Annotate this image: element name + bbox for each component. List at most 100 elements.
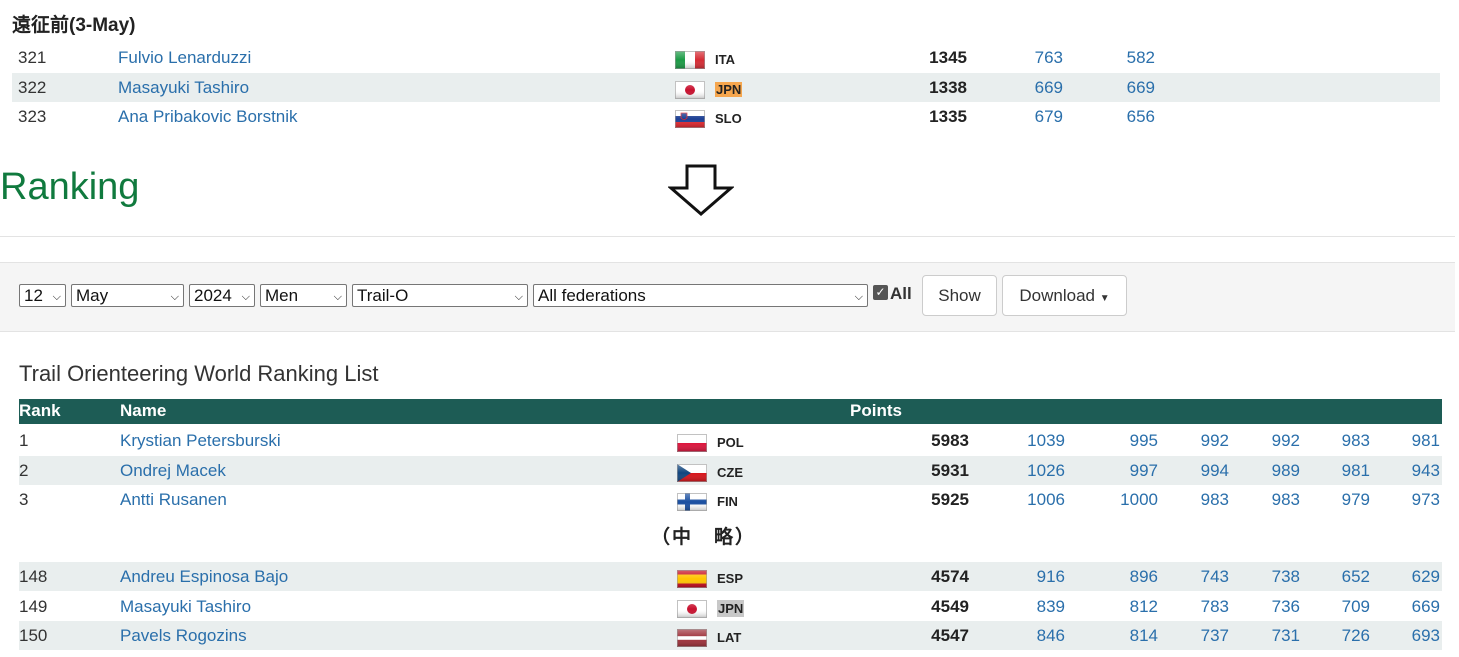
event-score-link[interactable]: 1026 — [1005, 456, 1065, 485]
caret-down-icon: ▼ — [1099, 293, 1110, 304]
country-code: POL — [717, 428, 744, 457]
event-score-link[interactable]: 629 — [1380, 562, 1440, 591]
event-score-link[interactable]: 943 — [1380, 456, 1440, 485]
pol-flag-icon — [677, 432, 707, 452]
event-score-link[interactable]: 1000 — [1098, 485, 1158, 514]
event-score-link[interactable]: 916 — [1005, 562, 1065, 591]
event-score-link[interactable]: 669 — [1380, 592, 1440, 621]
event-score-link[interactable]: 582 — [1095, 43, 1155, 72]
event-score-link[interactable]: 669 — [1095, 73, 1155, 102]
event-score-link[interactable]: 979 — [1310, 485, 1370, 514]
month-select[interactable]: May ⌵ — [71, 284, 184, 307]
athlete-name-link[interactable]: Andreu Espinosa Bajo — [120, 562, 288, 591]
event-score-link[interactable]: 731 — [1240, 621, 1300, 650]
athlete-name-link[interactable]: Antti Rusanen — [120, 485, 227, 514]
down-arrow-icon — [668, 164, 734, 216]
table-row: 148 Andreu Espinosa Bajo ESP 4574 916 896 743 7… — [19, 562, 1442, 591]
ranking-heading: Ranking — [0, 166, 140, 208]
country-code: FIN — [717, 487, 738, 516]
event-score-link[interactable]: 983 — [1169, 485, 1229, 514]
event-score-link[interactable]: 989 — [1240, 456, 1300, 485]
event-score-link[interactable]: 814 — [1098, 621, 1158, 650]
athlete-name-link[interactable]: Fulvio Lenarduzzi — [118, 43, 251, 72]
country-code: ESP — [717, 564, 743, 593]
event-score-link[interactable]: 1006 — [1005, 485, 1065, 514]
country-code: JPN — [715, 75, 743, 104]
event-score-link[interactable]: 983 — [1240, 485, 1300, 514]
event-score-link[interactable]: 737 — [1169, 621, 1229, 650]
chevron-down-icon: ⌵ — [514, 291, 523, 303]
event-score-link[interactable]: 992 — [1169, 426, 1229, 455]
total-points: 1338 — [929, 77, 967, 97]
table-header: Rank Name Points — [19, 399, 1442, 424]
event-score-link[interactable]: 679 — [1003, 102, 1063, 131]
country-code-text: LAT — [717, 630, 742, 645]
event-score-link[interactable]: 812 — [1098, 592, 1158, 621]
table-row: 2 Ondrej Macek CZE 5931 1026 997 994 989 981 943 — [19, 455, 1442, 485]
athlete-name-link[interactable]: Krystian Petersburski — [120, 426, 281, 455]
table-row: 323 Ana Pribakovic Borstnik SLO 1335 679 656 — [12, 102, 1440, 131]
country-code-text: SLO — [715, 111, 742, 126]
country-code-text: POL — [717, 435, 744, 450]
rank-cell: 3 — [19, 490, 29, 509]
total-points: 1345 — [929, 48, 967, 67]
event-score-link[interactable]: 743 — [1169, 562, 1229, 591]
event-score-link[interactable]: 981 — [1380, 426, 1440, 455]
event-score-link[interactable]: 846 — [1005, 621, 1065, 650]
gender-select[interactable]: Men ⌵ — [260, 284, 347, 307]
event-score-link[interactable]: 994 — [1169, 456, 1229, 485]
download-button[interactable]: Download ▼ — [1002, 275, 1127, 316]
event-score-link[interactable]: 709 — [1310, 592, 1370, 621]
ita-flag-icon — [675, 49, 705, 69]
lat-flag-icon — [677, 627, 707, 647]
total-points: 4549 — [931, 596, 969, 616]
athlete-name-link[interactable]: Masayuki Tashiro — [118, 73, 249, 102]
event-score-link[interactable]: 652 — [1310, 562, 1370, 591]
event-score-link[interactable]: 736 — [1240, 592, 1300, 621]
total-points: 5925 — [931, 490, 969, 509]
all-checkbox[interactable]: ✓ — [873, 285, 888, 300]
chevron-down-icon: ⌵ — [52, 291, 61, 303]
country-code-text: ITA — [715, 52, 735, 67]
discipline-select[interactable]: Trail-O ⌵ — [352, 284, 528, 307]
chevron-down-icon: ⌵ — [241, 291, 250, 303]
athlete-name-link[interactable]: Masayuki Tashiro — [120, 592, 251, 621]
event-score-link[interactable]: 669 — [1003, 73, 1063, 102]
header-points: Points — [850, 401, 902, 420]
event-score-link[interactable]: 983 — [1310, 426, 1370, 455]
total-points: 5931 — [931, 460, 969, 480]
event-score-link[interactable]: 973 — [1380, 485, 1440, 514]
day-select[interactable]: 12 ⌵ — [19, 284, 66, 307]
country-code: SLO — [715, 104, 742, 133]
rank-cell: 149 — [19, 596, 48, 616]
event-score-link[interactable]: 726 — [1310, 621, 1370, 650]
event-score-link[interactable]: 896 — [1098, 562, 1158, 591]
event-score-link[interactable]: 997 — [1098, 456, 1158, 485]
slo-flag-icon — [675, 108, 705, 128]
event-score-link[interactable]: 1039 — [1005, 426, 1065, 455]
cze-flag-icon — [677, 462, 707, 482]
athlete-name-link[interactable]: Ana Pribakovic Borstnik — [118, 102, 298, 131]
event-score-link[interactable]: 738 — [1240, 562, 1300, 591]
athlete-name-link[interactable]: Ondrej Macek — [120, 456, 226, 485]
country-code-text: FIN — [717, 494, 738, 509]
show-button[interactable]: Show — [922, 275, 997, 316]
fin-flag-icon — [677, 491, 707, 511]
event-score-link[interactable]: 693 — [1380, 621, 1440, 650]
event-score-link[interactable]: 981 — [1310, 456, 1370, 485]
chevron-down-icon: ⌵ — [854, 291, 863, 303]
athlete-name-link[interactable]: Pavels Rogozins — [120, 621, 247, 650]
rank-cell: 1 — [19, 431, 29, 450]
federation-select[interactable]: All federations ⌵ — [533, 284, 868, 307]
event-score-link[interactable]: 992 — [1240, 426, 1300, 455]
rank-cell: 322 — [18, 77, 47, 97]
event-score-link[interactable]: 839 — [1005, 592, 1065, 621]
year-select[interactable]: 2024 ⌵ — [189, 284, 255, 307]
rank-cell: 321 — [18, 48, 47, 67]
event-score-link[interactable]: 995 — [1098, 426, 1158, 455]
jpn-flag-icon — [677, 598, 707, 618]
event-score-link[interactable]: 656 — [1095, 102, 1155, 131]
event-score-link[interactable]: 763 — [1003, 43, 1063, 72]
event-score-link[interactable]: 783 — [1169, 592, 1229, 621]
country-code-text: JPN — [715, 81, 743, 97]
